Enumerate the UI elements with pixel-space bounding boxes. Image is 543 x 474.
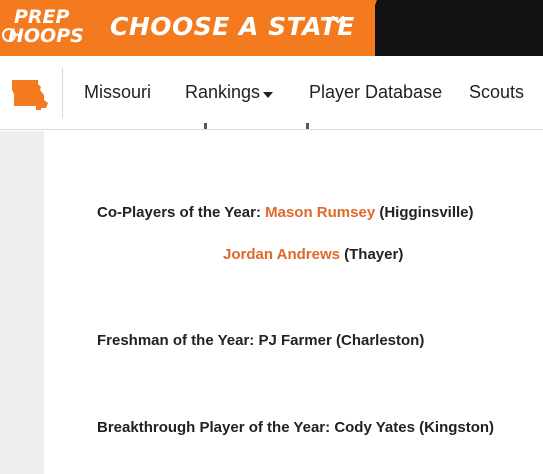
award-co-players-of-year: Co-Players of the Year: Mason Rumsey (Hi… xyxy=(97,204,474,221)
caret-down-icon[interactable] xyxy=(263,92,273,98)
site-header: PREP HOOPS CHOOSE A STATE xyxy=(0,0,543,56)
article-content: Co-Players of the Year: Mason Rumsey (Hi… xyxy=(44,123,543,474)
nav-item-player-database[interactable]: Player Database xyxy=(309,82,442,103)
chevron-down-icon[interactable] xyxy=(330,12,346,28)
award-school: (Thayer) xyxy=(339,246,404,263)
award-winner: Cody Yates (Kingston) xyxy=(334,419,495,436)
award-breakthrough-player: Breakthrough Player of the Year: Cody Ya… xyxy=(97,419,494,436)
award-co-players-of-year-second: Jordan Andrews (Thayer) xyxy=(223,246,403,263)
award-school: (Higginsville) xyxy=(375,204,474,221)
award-winner: PJ Farmer (Charleston) xyxy=(258,332,425,349)
choose-state-button[interactable]: CHOOSE A STATE xyxy=(110,10,355,44)
header-wedge xyxy=(355,0,377,56)
state-nav-bar: Missouri Rankings Player Database Scouts xyxy=(0,56,543,130)
header-right-panel xyxy=(375,0,543,56)
nav-item-scouts[interactable]: Scouts xyxy=(469,82,524,103)
award-label: Breakthrough Player of the Year: xyxy=(97,419,335,436)
player-link-mason-rumsey[interactable]: Mason Rumsey xyxy=(265,204,375,221)
prep-hoops-logo[interactable]: PREP HOOPS xyxy=(0,4,96,52)
award-label: Co-Players of the Year: xyxy=(97,204,266,221)
missouri-state-icon[interactable] xyxy=(10,76,50,112)
nav-item-missouri[interactable]: Missouri xyxy=(84,82,151,103)
logo-text-hoops: HOOPS xyxy=(8,25,84,47)
award-label: Freshman of the Year: xyxy=(97,332,259,349)
nav-divider xyxy=(62,68,63,118)
cut-off-text-fragment xyxy=(194,123,394,133)
player-link-jordan-andrews[interactable]: Jordan Andrews xyxy=(223,246,340,263)
left-gutter xyxy=(0,131,44,474)
nav-item-rankings[interactable]: Rankings xyxy=(185,82,260,103)
award-freshman-of-year: Freshman of the Year: PJ Farmer (Charles… xyxy=(97,332,424,349)
